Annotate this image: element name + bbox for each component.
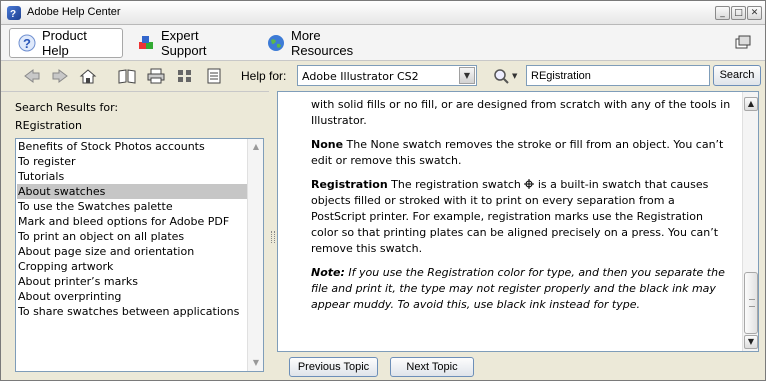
list-item[interactable]: Benefits of Stock Photos accounts xyxy=(17,139,247,154)
help-question-icon: ? xyxy=(18,34,36,52)
home-icon[interactable] xyxy=(79,68,97,84)
search-results-panel: Search Results for: REgistration Benefit… xyxy=(1,91,269,380)
globe-icon xyxy=(267,34,285,52)
term-none: None xyxy=(311,138,344,151)
tab-expert-support[interactable]: Expert Support xyxy=(129,28,253,58)
help-for-label: Help for: xyxy=(241,69,287,83)
product-select[interactable]: Adobe Illustrator CS2 ▼ xyxy=(297,65,477,86)
forward-arrow-icon[interactable] xyxy=(51,68,69,84)
search-results-label: Search Results for: xyxy=(15,101,119,114)
note-text: If you use the Registration color for ty… xyxy=(311,266,725,311)
preferences-icon[interactable] xyxy=(735,35,751,49)
bookmarks-grid-icon[interactable] xyxy=(176,68,194,84)
tab-product-help[interactable]: ? Product Help xyxy=(9,28,123,58)
close-button[interactable]: ✕ xyxy=(747,6,762,20)
term-registration: Registration xyxy=(311,178,388,191)
panel-splitter[interactable] xyxy=(269,91,277,380)
tab-more-resources[interactable]: More Resources xyxy=(259,28,393,58)
app-window: ? Adobe Help Center _ □ ✕ ? Product Help xyxy=(0,0,766,381)
list-item[interactable]: To print an object on all plates xyxy=(17,229,247,244)
content-scroll-thumb[interactable] xyxy=(744,272,758,334)
list-item[interactable]: About page size and orientation xyxy=(17,244,247,259)
content-paragraph: with solid fills or no fill, or are desi… xyxy=(311,98,731,127)
search-options-dropdown-icon[interactable]: ▼ xyxy=(512,72,517,80)
scroll-down-icon[interactable]: ▼ xyxy=(744,335,758,349)
list-item[interactable]: Mark and bleed options for Adobe PDF xyxy=(17,214,247,229)
next-topic-button[interactable]: Next Topic xyxy=(390,357,474,377)
tab-label: More Resources xyxy=(291,28,354,58)
book-icon[interactable] xyxy=(118,68,136,84)
tab-label: Expert Support xyxy=(161,28,207,58)
results-scrollbar[interactable]: ▲ ▼ xyxy=(247,139,263,371)
scroll-up-icon[interactable]: ▲ xyxy=(249,140,263,154)
list-item[interactable]: To share swatches between applications xyxy=(17,304,247,319)
adobe-help-app-icon: ? xyxy=(7,6,21,20)
scroll-down-icon[interactable]: ▼ xyxy=(249,356,263,370)
tab-label: Product Help xyxy=(42,28,87,58)
registration-swatch-icon xyxy=(524,178,535,191)
list-item[interactable]: Cropping artwork xyxy=(17,259,247,274)
page-list-icon[interactable] xyxy=(205,68,223,84)
search-results-query: REgistration xyxy=(15,119,83,132)
print-icon[interactable] xyxy=(147,68,165,84)
list-item[interactable]: About printer’s marks xyxy=(17,274,247,289)
list-item[interactable]: To register xyxy=(17,154,247,169)
search-results-list[interactable]: Benefits of Stock Photos accounts To reg… xyxy=(15,138,264,372)
search-icon[interactable] xyxy=(493,68,509,84)
maximize-button[interactable]: □ xyxy=(731,6,746,20)
content-paragraph-none: None The None swatch removes the stroke … xyxy=(311,137,731,169)
none-description: The None swatch removes the stroke or fi… xyxy=(311,138,724,167)
registration-description-start: The registration swatch xyxy=(387,178,525,191)
product-select-value: Adobe Illustrator CS2 xyxy=(302,70,419,83)
search-button[interactable]: Search xyxy=(713,65,761,86)
support-cubes-icon xyxy=(137,34,155,52)
note-label: Note: xyxy=(311,266,345,279)
minimize-button[interactable]: _ xyxy=(715,6,730,20)
splitter-grip-icon[interactable] xyxy=(271,231,275,243)
title-bar: ? Adobe Help Center _ □ ✕ xyxy=(1,1,765,25)
content-paragraph-registration: Registration The registration swatch is … xyxy=(311,177,731,257)
window-title: Adobe Help Center xyxy=(27,6,121,18)
list-item-selected[interactable]: About swatches xyxy=(17,184,247,199)
previous-topic-button[interactable]: Previous Topic xyxy=(289,357,378,377)
search-input[interactable] xyxy=(526,65,710,86)
toolbar: Help for: Adobe Illustrator CS2 ▼ ▼ Sear… xyxy=(1,62,765,90)
help-content: with solid fills or no fill, or are desi… xyxy=(311,97,731,321)
scroll-up-icon[interactable]: ▲ xyxy=(744,97,758,111)
content-scrollbar[interactable]: ▲ ▼ xyxy=(742,92,758,351)
list-item[interactable]: Tutorials xyxy=(17,169,247,184)
topic-navigation: Previous Topic Next Topic xyxy=(277,353,759,380)
list-item[interactable]: To use the Swatches palette xyxy=(17,199,247,214)
svg-text:?: ? xyxy=(23,36,31,51)
list-item[interactable]: About overprinting xyxy=(17,289,247,304)
svg-text:?: ? xyxy=(10,9,16,20)
tabs-bar: ? Product Help Expert Support More Resou… xyxy=(1,25,765,61)
content-note: Note: If you use the Registration color … xyxy=(311,265,731,313)
back-arrow-icon[interactable] xyxy=(23,68,41,84)
chevron-down-icon[interactable]: ▼ xyxy=(459,67,475,84)
help-content-panel: with solid fills or no fill, or are desi… xyxy=(277,91,759,352)
